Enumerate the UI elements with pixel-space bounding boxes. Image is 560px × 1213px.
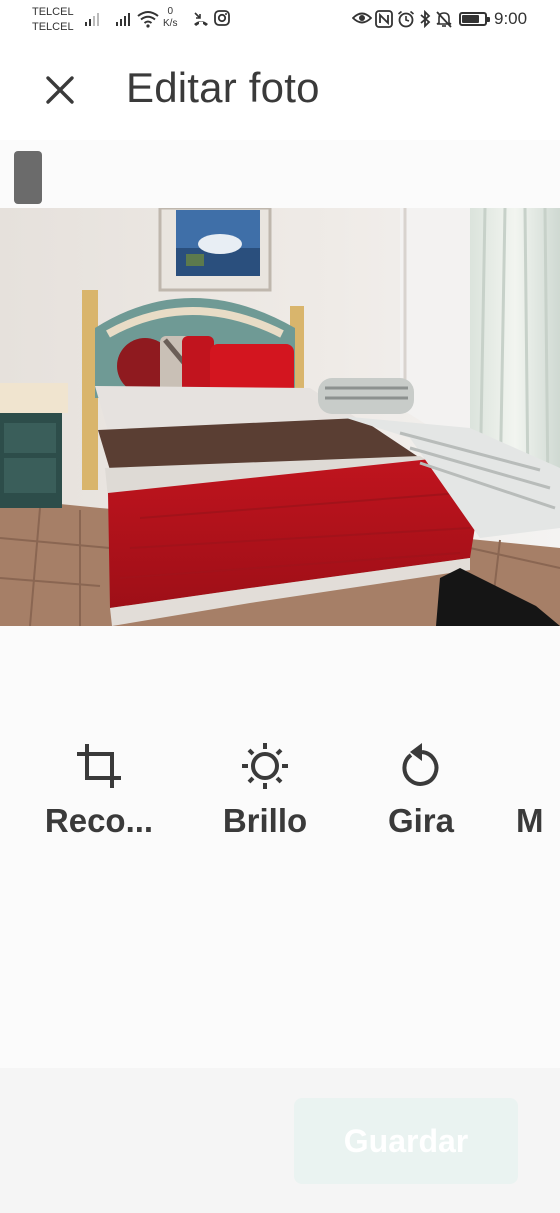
battery-icon [459, 12, 490, 26]
missed-call-icon [192, 10, 210, 33]
mute-icon [435, 10, 453, 33]
signal-icon [84, 11, 102, 27]
carrier-labels: TELCEL TELCEL [32, 5, 74, 35]
net-speed-unit: K/s [163, 18, 178, 29]
nfc-icon [375, 10, 393, 33]
tool-crop-label: Reco... [44, 802, 154, 839]
bluetooth-icon [419, 9, 431, 33]
photo-image [0, 208, 560, 626]
bottom-bar: Guardar [0, 1068, 560, 1213]
tool-brightness[interactable]: Brillo [190, 740, 340, 840]
tool-more[interactable]: M [514, 740, 560, 840]
save-button-label: Guardar [343, 1122, 469, 1159]
scroll-handle[interactable] [14, 151, 42, 204]
photo-preview[interactable] [0, 208, 560, 626]
carrier-1: TELCEL [32, 6, 74, 18]
tool-rotate-label: Gira [387, 802, 455, 839]
eye-icon [351, 10, 373, 31]
net-speed-value: 0 [167, 6, 173, 17]
page-title: Editar foto [126, 64, 320, 111]
tool-crop[interactable]: Reco... [24, 740, 174, 840]
net-speed: 0 K/s [163, 6, 177, 30]
carrier-2: TELCEL [32, 21, 74, 33]
edit-tools: Reco... Brillo Gira M [0, 740, 560, 850]
signal-icon [115, 11, 133, 27]
status-bar: TELCEL TELCEL 0 K/s 9:00 [0, 0, 560, 40]
close-button[interactable] [34, 64, 86, 116]
wifi-icon [137, 10, 159, 33]
tool-brightness-label: Brillo [222, 802, 308, 839]
instagram-icon [214, 10, 230, 31]
status-time: 9:00 [494, 9, 528, 28]
app-bar: Editar foto [0, 40, 560, 140]
tool-rotate[interactable]: Gira [346, 740, 496, 840]
tool-more-label: M [516, 802, 544, 839]
rotate-icon [402, 743, 439, 786]
crop-icon [77, 744, 121, 788]
battery-fill [462, 15, 479, 23]
battery-nub [487, 17, 490, 22]
close-icon [46, 76, 74, 104]
alarm-icon [397, 10, 415, 33]
save-button[interactable]: Guardar [294, 1098, 518, 1184]
brightness-icon [242, 743, 288, 789]
